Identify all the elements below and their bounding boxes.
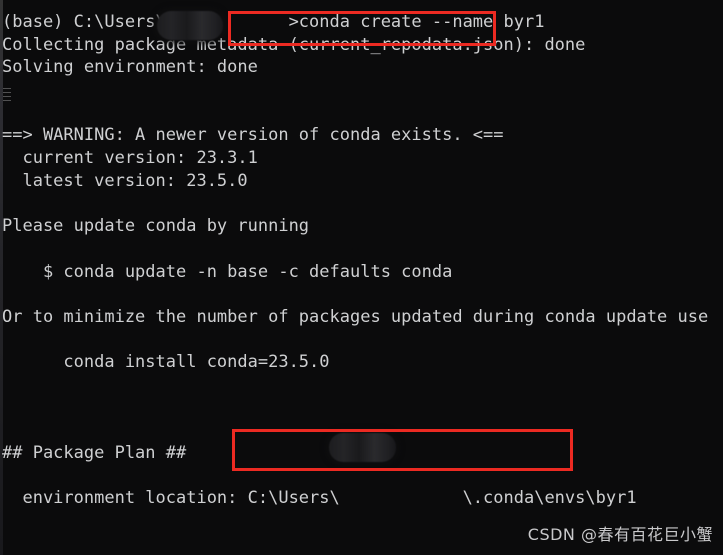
console-line: Solving environment: done: [2, 57, 258, 78]
console-line-environment-location: environment location: C:\Users\ \.conda\…: [2, 488, 637, 509]
console-line-current-version: current version: 23.3.1: [2, 148, 258, 169]
console-line-update-command: $ conda update -n base -c defaults conda: [2, 261, 453, 282]
console-line-warning: ==> WARNING: A newer version of conda ex…: [2, 125, 504, 146]
console-line-latest-version: latest version: 23.5.0: [2, 170, 248, 191]
console-line: Collecting package metadata (current_rep…: [2, 34, 586, 55]
console-output[interactable]: (base) C:\Users\ >conda create --name by…: [0, 11, 723, 555]
console-line: Please update conda by running: [2, 216, 310, 237]
console-line: (base) C:\Users\ >conda create --name by…: [2, 12, 545, 32]
console-line-install-command: conda install conda=23.5.0: [2, 352, 330, 373]
terminal-window[interactable]: (base) C:\Users\ >conda create --name by…: [0, 0, 723, 555]
watermark: CSDN @春有百花巨小蟹: [527, 525, 713, 544]
redacted-username-block: [157, 11, 223, 40]
console-line: Or to minimize the number of packages up…: [2, 306, 709, 327]
redacted-username-block: [329, 433, 396, 462]
